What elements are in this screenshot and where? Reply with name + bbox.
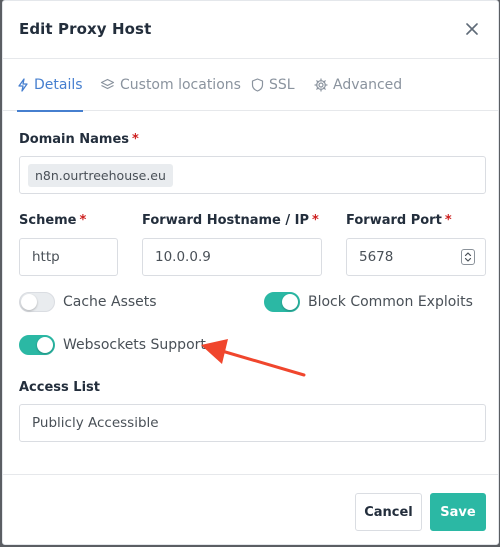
block-exploits-label: Block Common Exploits [308,294,473,310]
scheme-label: Scheme * [19,213,86,228]
access-list-label: Access List [19,380,100,395]
forward-hostname-input[interactable]: 10.0.0.9 [142,238,322,276]
edit-proxy-host-modal: Edit Proxy Host Details Custom locations [2,0,499,545]
tab-custom-locations[interactable]: Custom locations [100,59,241,111]
block-exploits-toggle-row: Block Common Exploits [264,292,473,312]
tab-custom-locations-label: Custom locations [120,77,241,93]
modal-footer: Cancel Save [3,474,498,547]
port-stepper[interactable] [461,249,475,265]
tab-advanced-label: Advanced [333,77,403,93]
domain-names-input[interactable]: n8n.ourtreehouse.eu [19,156,486,194]
forward-port-value: 5678 [359,249,394,265]
tab-details[interactable]: Details [17,59,83,112]
tab-bar: Details Custom locations SSL Advanced [3,59,498,112]
cache-assets-toggle-row: Cache Assets [19,292,157,312]
stepper-arrows-icon [464,252,472,262]
save-button[interactable]: Save [430,493,486,531]
modal-title: Edit Proxy Host [19,20,152,38]
layers-icon [100,78,115,90]
toggle-knob [282,294,298,310]
scheme-label-text: Scheme [19,213,77,228]
websockets-toggle-row: Websockets Support [19,335,206,355]
required-marker: * [132,132,139,147]
forward-port-label: Forward Port * [346,213,452,228]
forward-port-input[interactable]: 5678 [346,238,486,276]
domain-chip[interactable]: n8n.ourtreehouse.eu [28,163,173,187]
forward-port-label-text: Forward Port [346,213,442,228]
shield-icon [251,78,264,92]
required-marker: * [444,213,452,228]
block-exploits-toggle[interactable] [264,292,300,312]
forward-hostname-label: Forward Hostname / IP * [142,213,319,228]
required-marker: * [312,213,319,228]
gear-icon [314,78,328,92]
toggle-knob [21,294,37,310]
required-marker: * [79,213,87,228]
toggle-knob [37,337,53,353]
tab-details-label: Details [34,77,83,93]
access-list-value: Publicly Accessible [32,415,159,431]
cache-assets-toggle[interactable] [19,292,55,312]
bolt-icon [18,78,28,92]
websockets-label: Websockets Support [63,337,206,353]
tab-ssl[interactable]: SSL [251,59,295,111]
close-button[interactable] [460,17,484,41]
domain-names-label-text: Domain Names [19,132,130,147]
tab-ssl-label: SSL [269,77,295,93]
forward-hostname-label-text: Forward Hostname / IP [142,213,310,228]
forward-hostname-value: 10.0.0.9 [155,249,211,265]
close-icon [466,23,478,35]
scheme-input[interactable]: http [19,238,118,276]
scheme-value: http [32,249,60,265]
access-list-select[interactable]: Publicly Accessible [19,404,486,442]
domain-names-label: Domain Names * [19,132,139,147]
modal-header: Edit Proxy Host [3,1,498,59]
tab-advanced[interactable]: Advanced [314,59,402,111]
cancel-button[interactable]: Cancel [355,493,422,531]
cache-assets-label: Cache Assets [63,294,157,310]
websockets-toggle[interactable] [19,335,55,355]
